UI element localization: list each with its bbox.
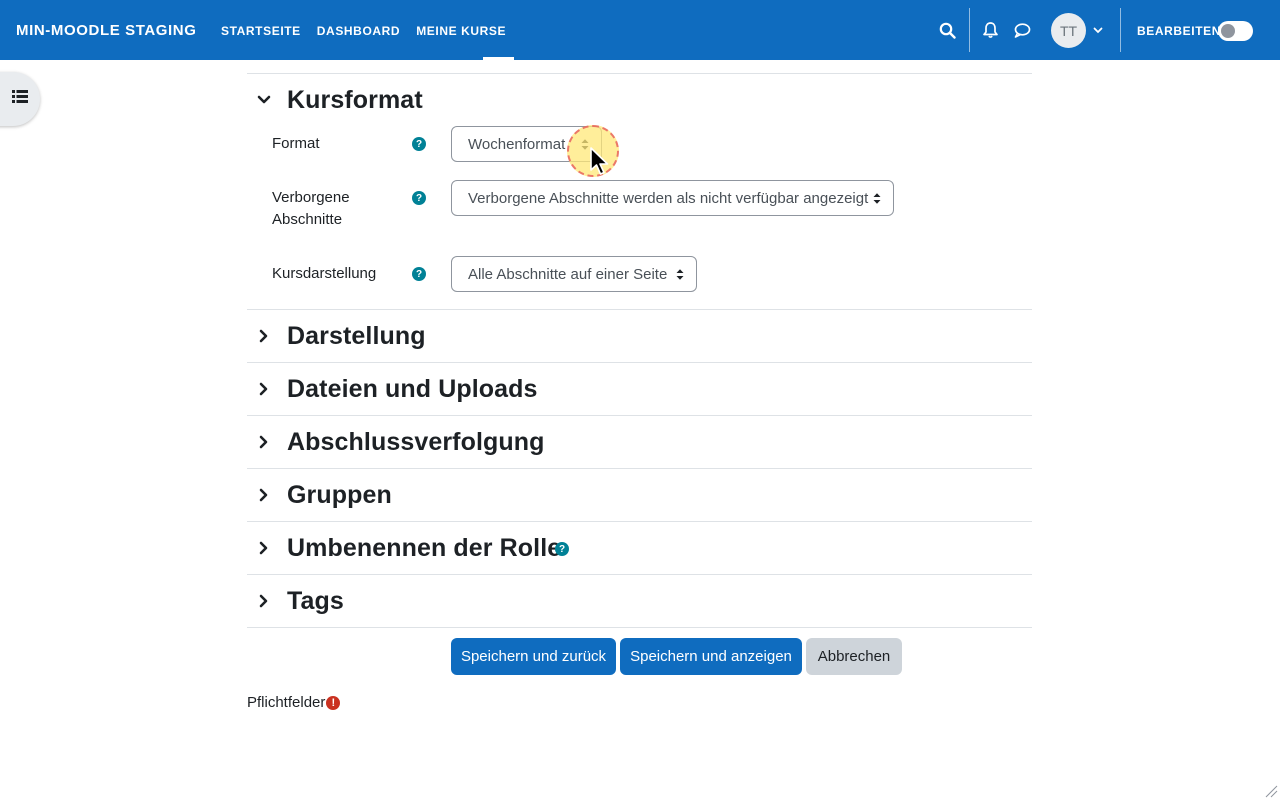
required-icon: !	[326, 696, 341, 710]
save-return-button[interactable]: Speichern und zurück	[451, 638, 616, 675]
site-name[interactable]: MIN-MOODLE STAGING	[16, 0, 197, 60]
course-index-toggle[interactable]	[0, 72, 40, 126]
section-divider	[247, 309, 1032, 310]
hidden-sections-select-value: Verborgene Abschnitte werden als nicht v…	[468, 189, 869, 207]
chevron-right-icon	[255, 380, 273, 398]
bell-icon[interactable]	[979, 19, 1001, 41]
active-tab-indicator	[386, 57, 483, 60]
resize-grip-icon[interactable]	[1264, 784, 1278, 798]
save-display-button[interactable]: Speichern und anzeigen	[620, 638, 802, 675]
chevron-right-icon	[255, 592, 273, 610]
format-label: Format	[272, 135, 320, 152]
course-layout-select[interactable]: Alle Abschnitte auf einer Seite	[451, 256, 697, 292]
section-divider	[247, 521, 1032, 522]
chevron-right-icon	[255, 539, 273, 557]
section-divider	[247, 627, 1032, 628]
hidden-sections-label: Verborgene Abschnitte	[272, 189, 350, 228]
course-layout-select-value: Alle Abschnitte auf einer Seite	[468, 265, 668, 283]
course-layout-label: Kursdarstellung	[272, 265, 377, 282]
help-icon[interactable]: ?	[555, 542, 569, 556]
navbar-divider	[1120, 8, 1121, 52]
chevron-right-icon	[255, 433, 273, 451]
chevron-right-icon	[255, 327, 273, 345]
section-abschlussverfolgung[interactable]: Abschlussverfolgung	[255, 422, 545, 462]
search-icon[interactable]	[936, 19, 958, 41]
section-divider	[247, 468, 1032, 469]
section-dateien-uploads[interactable]: Dateien und Uploads	[255, 369, 538, 409]
section-title: Umbenennen der Rolle	[287, 533, 562, 562]
nav-startseite[interactable]: STARTSEITE	[213, 0, 309, 60]
list-icon	[12, 90, 28, 108]
nav-dashboard[interactable]: DASHBOARD	[309, 0, 408, 60]
hidden-sections-select[interactable]: Verborgene Abschnitte werden als nicht v…	[451, 180, 894, 216]
help-icon[interactable]: ?	[412, 191, 426, 205]
nav-meine-kurse[interactable]: MEINE KURSE	[408, 0, 515, 60]
edit-mode-toggle[interactable]	[1218, 21, 1253, 41]
section-divider	[247, 415, 1032, 416]
mouse-cursor-icon	[590, 147, 609, 175]
required-fields-label: Pflichtfelder	[247, 694, 326, 711]
chevron-down-icon[interactable]	[1087, 19, 1109, 41]
help-icon[interactable]: ?	[412, 267, 426, 281]
cancel-button[interactable]: Abbrechen	[806, 638, 902, 675]
select-caret-icon	[676, 269, 684, 280]
section-divider	[247, 362, 1032, 363]
edit-mode-label: BEARBEITEN	[1137, 24, 1222, 38]
section-darstellung[interactable]: Darstellung	[255, 316, 426, 356]
navbar-divider	[969, 8, 970, 52]
section-gruppen[interactable]: Gruppen	[255, 475, 392, 515]
chevron-down-icon	[255, 91, 273, 109]
section-title: Abschlussverfolgung	[287, 427, 545, 456]
section-title: Tags	[287, 586, 344, 615]
chevron-right-icon	[255, 486, 273, 504]
help-icon[interactable]: ?	[412, 137, 426, 151]
primary-navigation: STARTSEITE DASHBOARD MEINE KURSE	[213, 0, 515, 60]
format-select-value: Wochenformat	[468, 135, 566, 153]
top-navbar: MIN-MOODLE STAGING STARTSEITE DASHBOARD …	[0, 0, 1280, 60]
section-umbenennen-rolle[interactable]: Umbenennen der Rolle	[255, 528, 561, 568]
section-title: Dateien und Uploads	[287, 374, 538, 403]
section-title: Kursformat	[287, 85, 423, 114]
section-tags[interactable]: Tags	[255, 581, 344, 621]
select-caret-icon	[873, 193, 881, 204]
user-avatar[interactable]: TT	[1051, 13, 1086, 48]
section-divider	[247, 574, 1032, 575]
chat-icon[interactable]	[1011, 19, 1033, 41]
section-divider	[247, 73, 1032, 74]
section-title: Gruppen	[287, 480, 392, 509]
section-kursformat[interactable]: Kursformat	[255, 80, 423, 120]
required-fields-note: Pflichtfelder !	[247, 693, 341, 713]
section-title: Darstellung	[287, 321, 426, 350]
